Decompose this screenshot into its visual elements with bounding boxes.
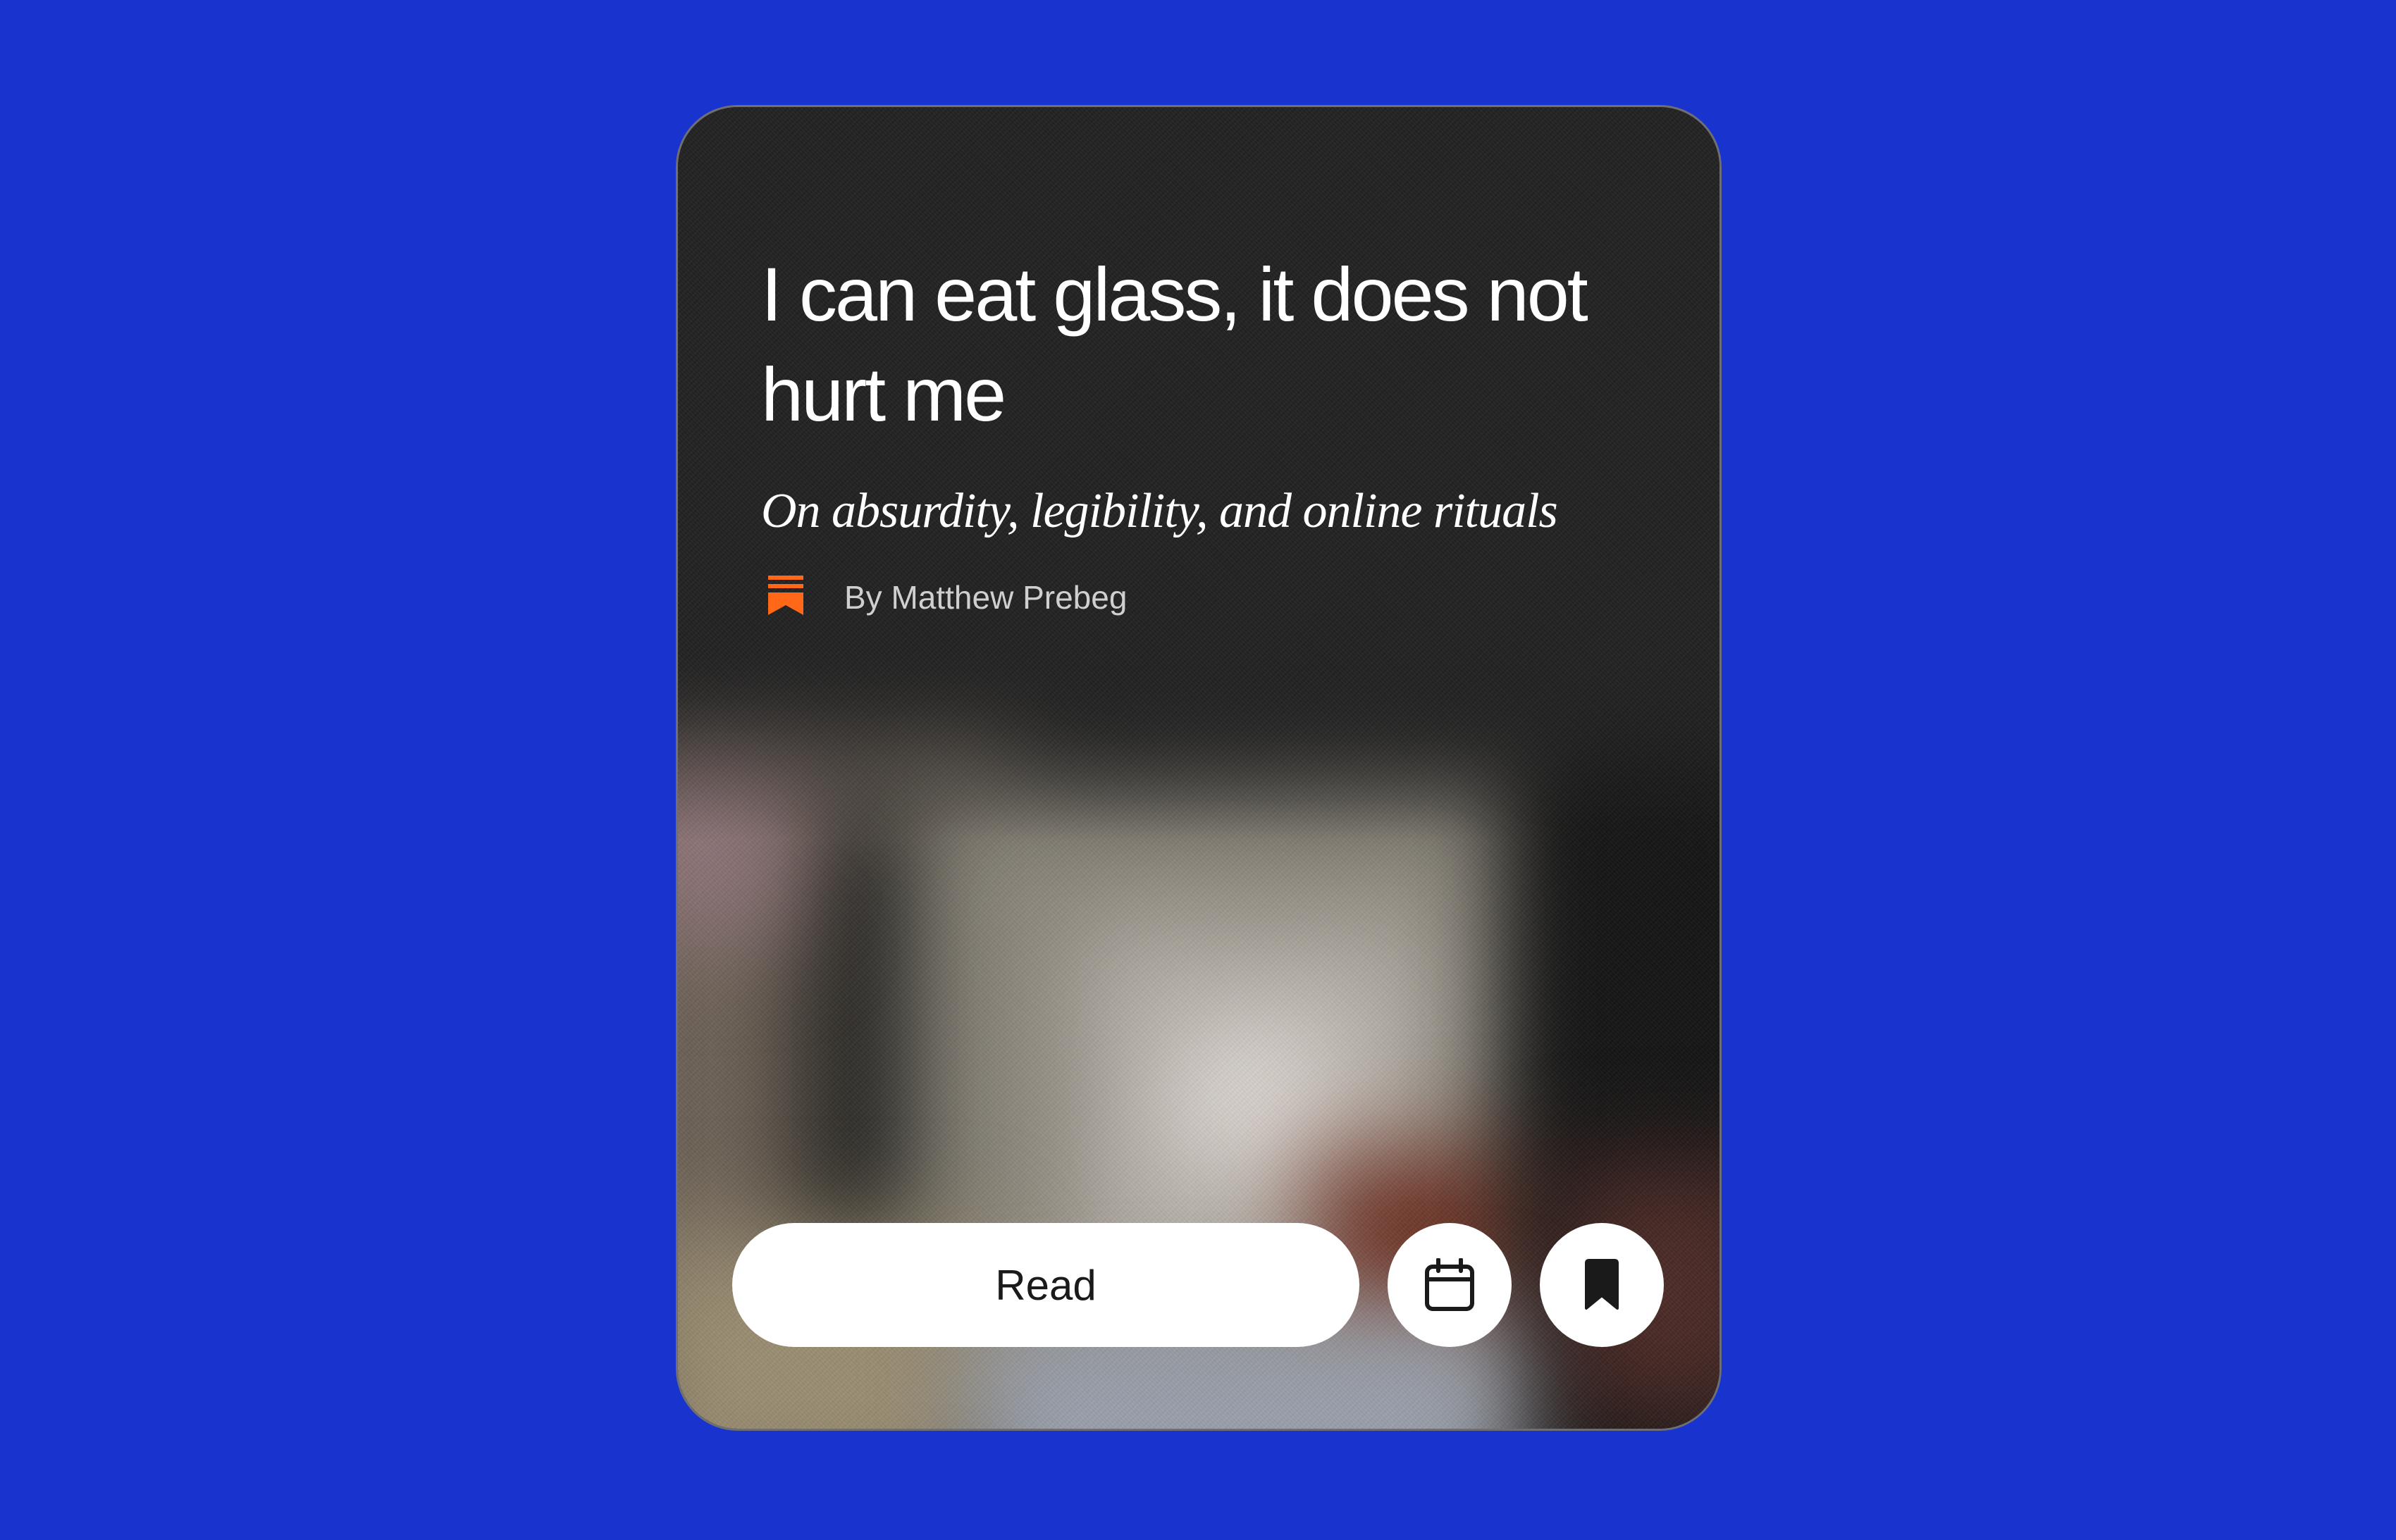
article-subtitle: On absurdity, legibility, and online rit…: [761, 484, 1558, 538]
author-name: By Matthew Prebeg: [844, 578, 1128, 616]
calendar-icon: [1425, 1258, 1474, 1311]
article-card[interactable]: I can eat glass, it does not hurt me On …: [676, 105, 1722, 1431]
article-header: I can eat glass, it does not hurt me On …: [761, 244, 1649, 619]
article-title: I can eat glass, it does not hurt me: [761, 252, 1588, 437]
substack-logo-icon: [761, 576, 803, 619]
bookmark-icon: [1585, 1259, 1619, 1310]
byline: By Matthew Prebeg: [761, 576, 1649, 619]
schedule-button[interactable]: [1388, 1223, 1512, 1347]
bookmark-button[interactable]: [1540, 1223, 1664, 1347]
read-button[interactable]: Read: [732, 1223, 1359, 1347]
card-actions: Read: [732, 1223, 1664, 1347]
canvas: I can eat glass, it does not hurt me On …: [0, 0, 2396, 1540]
